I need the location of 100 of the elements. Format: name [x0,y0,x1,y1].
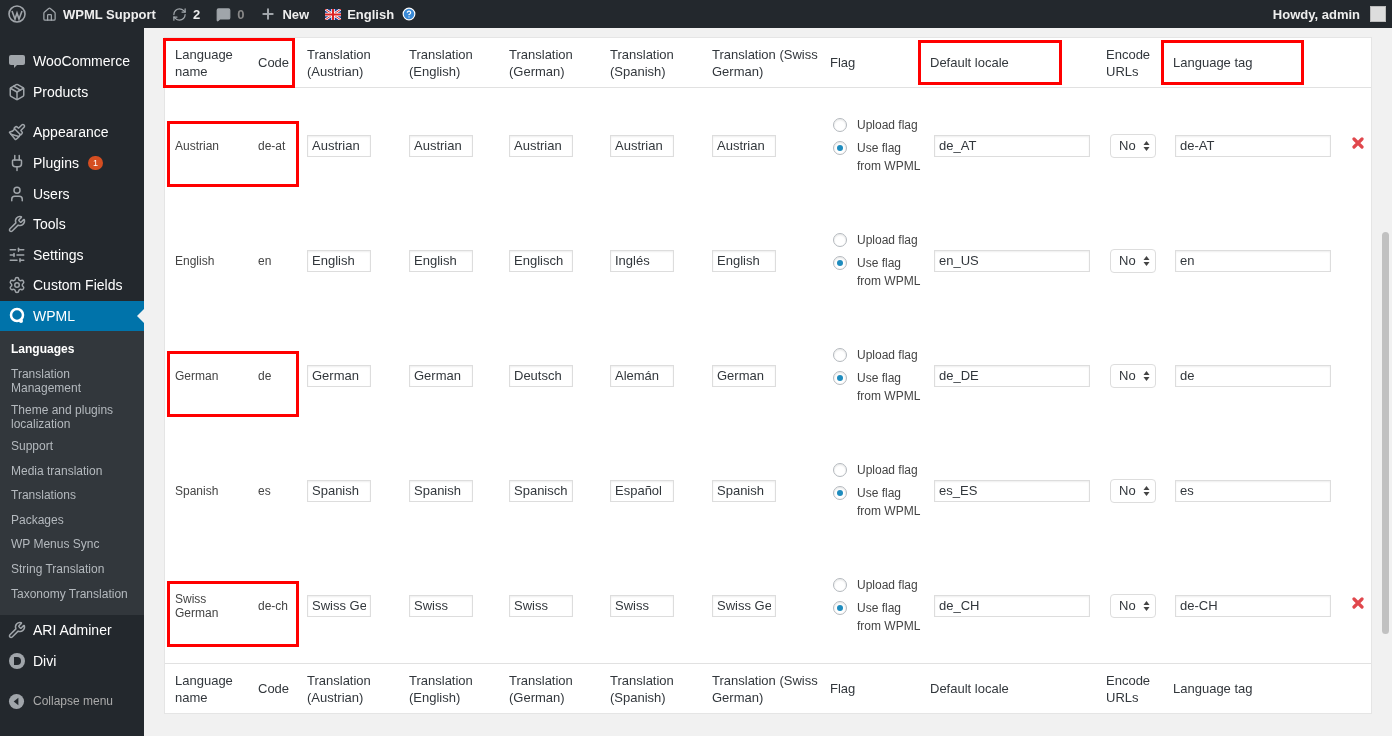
locale-input[interactable]: en_US [934,249,1090,272]
column-header: Translation (Austrian) [307,45,372,80]
new-link[interactable]: New [282,6,310,22]
submenu-item[interactable]: String Translation [0,557,144,583]
translation-input[interactable]: Swiss [610,594,674,617]
menu-item[interactable]: Products [0,76,144,108]
scrollbar[interactable] [1382,232,1389,634]
column-header: Flag [830,680,856,697]
menu-item[interactable]: Users [0,178,144,209]
translation-input[interactable]: Spanish [712,479,776,502]
language-switcher[interactable]: English [347,6,395,22]
submenu-item[interactable]: Taxonomy Translation [0,582,144,608]
menu-item[interactable]: WooCommerce [0,46,144,77]
language-tag-input[interactable]: en [1175,249,1331,272]
encode-select[interactable]: No [1110,478,1156,503]
translation-input[interactable]: Inglés [610,249,674,272]
home-icon[interactable] [42,6,57,22]
translation-input[interactable]: German [409,364,473,387]
collapse-icon[interactable] [8,692,25,710]
language-code: de-at [258,138,287,153]
help-icon[interactable] [402,7,417,21]
translation-input[interactable]: English [409,249,473,272]
comment-icon[interactable] [216,6,232,22]
menu-item[interactable]: WPML [0,300,144,332]
locale-input[interactable]: de_AT [934,134,1090,157]
translation-input[interactable]: German [307,364,371,387]
updown-icon [1143,599,1150,612]
translation-input[interactable]: Alemán [610,364,674,387]
encode-select[interactable]: No [1110,248,1156,273]
menu-item[interactable]: Plugins 1 [0,147,144,179]
translation-input[interactable]: Swiss [409,594,473,617]
delete-icon[interactable] [1352,136,1364,149]
refresh-icon[interactable] [171,6,187,22]
wordpress-logo-icon[interactable] [8,5,26,23]
radio-label: Use flag from WPML [857,255,922,290]
translation-input[interactable]: Swiss Ge [307,594,371,617]
column-header: Language name [175,671,234,706]
column-header: Translation (English) [409,45,474,80]
radio-label: Upload flag [857,117,919,134]
locale-input[interactable]: de_DE [934,364,1090,387]
submenu-item[interactable]: Languages [0,338,144,363]
submenu-item[interactable]: Theme and plugins localization [0,398,144,435]
locale-input[interactable]: es_ES [934,479,1090,502]
column-header: Default locale [930,54,1009,71]
delete-icon[interactable] [1352,596,1364,609]
submenu-item[interactable]: WP Menus Sync [0,533,144,558]
language-name: Spanish [175,483,220,498]
menu-item[interactable]: Appearance [0,117,144,148]
language-tag-input[interactable]: es [1175,479,1331,502]
language-code: es [258,483,272,498]
updates-count[interactable]: 2 [192,6,201,22]
account-link[interactable]: Howdy, admin [1272,6,1360,22]
menu-item[interactable]: Divi [0,645,144,677]
column-header: Translation (Spanish) [610,671,675,706]
language-tag-input[interactable]: de-AT [1175,134,1331,157]
menu-item[interactable]: ARI Adminer [0,615,144,646]
translation-input[interactable]: Austrian [509,134,573,157]
translation-input[interactable]: Español [610,479,674,502]
translation-input[interactable]: Austrian [307,134,371,157]
translation-input[interactable]: Austrian [409,134,473,157]
language-tag-input[interactable]: de [1175,364,1331,387]
language-tag-input[interactable]: de-CH [1175,594,1331,617]
column-header: Translation (Austrian) [307,671,372,706]
language-code: en [258,253,273,268]
translation-input[interactable]: Deutsch [509,364,573,387]
menu-item[interactable]: Settings [0,239,144,271]
translation-input[interactable]: Spanisch [509,479,573,502]
submenu-item[interactable]: Translation Management [0,362,144,399]
submenu-item[interactable]: Packages [0,508,144,534]
translation-input[interactable]: Swiss [509,594,573,617]
brush-icon [8,123,26,142]
menu-item[interactable]: Tools [0,208,144,240]
translation-input[interactable]: Spanish [409,479,473,502]
submenu-item[interactable]: Translations [0,484,144,509]
translation-input[interactable]: Swiss Ge [712,594,776,617]
translation-input[interactable]: Spanish [307,479,371,502]
submenu-item[interactable]: Support [0,434,144,460]
encode-select[interactable]: No [1110,133,1156,158]
translation-input[interactable]: Englisch [509,249,573,272]
settings-icon [8,245,26,264]
translation-input[interactable]: Austrian [610,134,674,157]
updown-icon [1143,139,1150,152]
collapse-menu-link[interactable]: Collapse menu [33,694,114,709]
translation-input[interactable]: English [307,249,371,272]
translation-input[interactable]: Austrian [712,134,776,157]
translation-input[interactable]: German [712,364,776,387]
site-link[interactable]: WPML Support [63,6,156,22]
radio-label: Upload flag [857,462,919,479]
radio-label: Use flag from WPML [857,370,922,405]
user-icon [8,184,26,203]
translation-input[interactable]: English [712,249,776,272]
radio-label: Use flag from WPML [857,485,922,520]
encode-select[interactable]: No [1110,363,1156,388]
language-name: English [175,253,216,268]
column-header: Encode URLs [1106,45,1152,80]
comments-count[interactable]: 0 [237,6,245,22]
submenu-item[interactable]: Media translation [0,459,144,485]
encode-select[interactable]: No [1110,593,1156,618]
locale-input[interactable]: de_CH [934,594,1090,617]
menu-item[interactable]: Custom Fields [0,270,144,301]
